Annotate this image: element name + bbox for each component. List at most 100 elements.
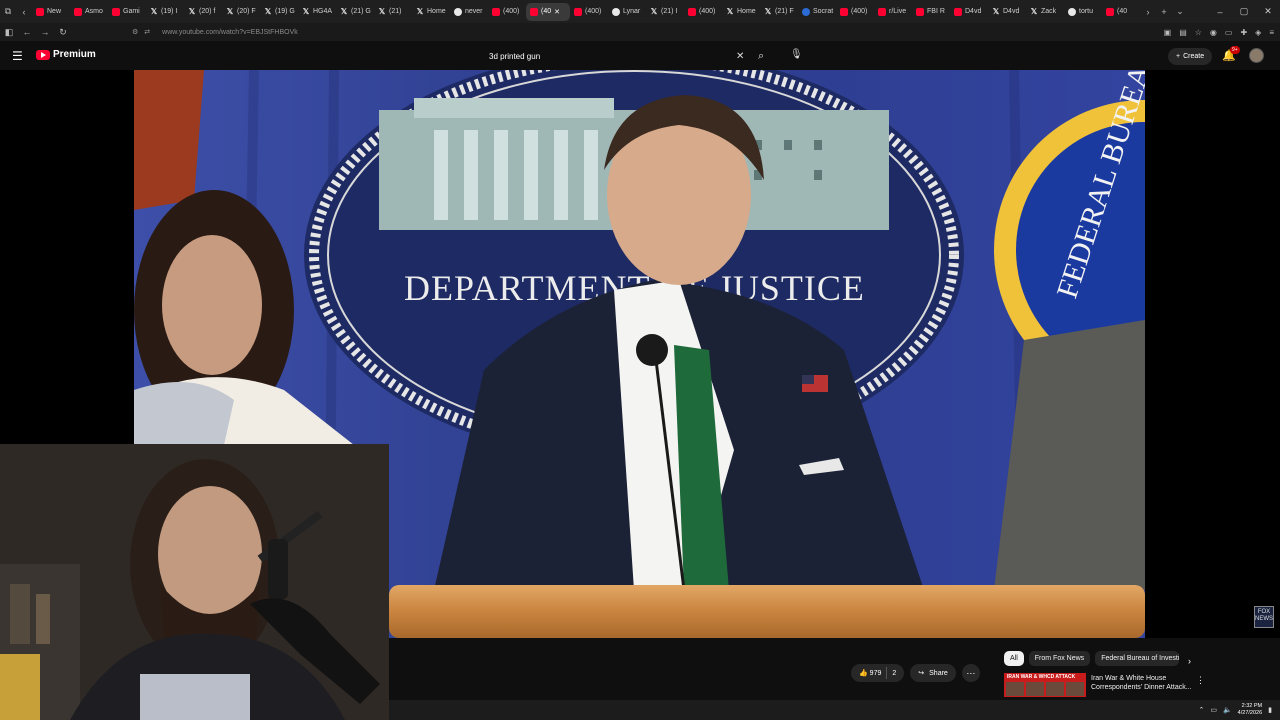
menu-icon[interactable]: ≡ xyxy=(1269,28,1274,37)
browser-tab-label: D4vd xyxy=(1003,8,1020,15)
screenshot-icon[interactable]: ▣ xyxy=(1164,28,1172,37)
microphone-icon[interactable]: 🎙 xyxy=(790,49,803,60)
divider xyxy=(886,667,888,679)
browser-tab[interactable]: 𝕏 (20) f xyxy=(184,3,222,21)
browser-tab[interactable]: Lynar xyxy=(608,3,646,21)
guide-menu-icon[interactable]: ☰ xyxy=(12,50,23,62)
x-favicon-icon: 𝕏 xyxy=(264,6,272,16)
search-input[interactable] xyxy=(480,51,730,61)
recommended-title[interactable]: Iran War & White House Correspondents' D… xyxy=(1091,674,1199,692)
browser-tab-label: (19) I xyxy=(161,8,178,15)
browser-tab[interactable]: 𝕏 Zack xyxy=(1026,3,1064,21)
vpn-icon[interactable]: ◉ xyxy=(1210,28,1217,37)
browser-tab[interactable]: 𝕏 Home xyxy=(722,3,760,21)
chip-all[interactable]: All xyxy=(1004,651,1024,666)
url-text[interactable]: www.youtube.com/watch?v=EBJStFHBOVk xyxy=(162,29,298,36)
chip-from-fox-news[interactable]: From Fox News xyxy=(1028,651,1091,666)
close-tab-icon[interactable]: ✕ xyxy=(554,8,560,16)
youtube-favicon-icon xyxy=(492,7,500,16)
browser-tab[interactable]: (400) xyxy=(684,3,722,21)
extensions-icon[interactable]: ✚ xyxy=(1240,28,1247,37)
maximize-button[interactable]: ▢ xyxy=(1232,6,1256,17)
browser-tab[interactable]: never xyxy=(450,3,488,21)
search-icon[interactable]: ⌕ xyxy=(758,50,764,63)
clear-search-icon[interactable]: ✕ xyxy=(736,51,744,62)
browser-tab[interactable]: r/Live xyxy=(874,3,912,21)
browser-tab[interactable]: (400) xyxy=(570,3,608,21)
clock-time: 2:32 PM xyxy=(1241,703,1263,709)
browser-tab[interactable]: tortu xyxy=(1064,3,1102,21)
minimize-button[interactable]: – xyxy=(1208,7,1232,17)
x-favicon-icon: 𝕏 xyxy=(1030,6,1038,16)
more-actions-button[interactable]: ⋯ xyxy=(961,664,980,682)
share-button[interactable]: ↪ Share xyxy=(910,664,956,682)
site-info-icon[interactable]: ⚙ xyxy=(132,28,138,36)
related-chips: All From Fox News Federal Bureau of Inve… xyxy=(1004,651,1180,666)
browser-tab[interactable]: 𝕏 Home xyxy=(412,3,450,21)
close-window-button[interactable]: ✕ xyxy=(1256,6,1280,17)
browser-tab[interactable]: New xyxy=(32,3,70,21)
scroll-tabs-right-icon[interactable]: › xyxy=(1140,0,1156,23)
window-controls: – ▢ ✕ xyxy=(1208,0,1280,23)
x-favicon-icon: 𝕏 xyxy=(378,6,386,16)
address-bar[interactable]: ⚙ ⇄ www.youtube.com/watch?v=EBJStFHBOVk xyxy=(132,25,1142,39)
account-avatar[interactable] xyxy=(1249,48,1264,63)
new-tab-button[interactable]: + xyxy=(1156,0,1172,23)
recommended-thumbnail[interactable]: IRAN WAR & WHCD ATTACK xyxy=(1004,673,1086,697)
browser-tab[interactable]: 𝕏 (19) I xyxy=(146,3,184,21)
browser-tab[interactable]: 𝕏 (21) G xyxy=(336,3,374,21)
youtube-logo[interactable]: Premium xyxy=(36,49,96,60)
forward-button[interactable]: → xyxy=(36,27,54,37)
bookmark-star-icon[interactable]: ☆ xyxy=(1195,28,1202,37)
browser-tab[interactable]: 𝕏 (21) xyxy=(374,3,412,21)
browser-tab[interactable]: 𝕏 (20) F xyxy=(222,3,260,21)
browser-tab[interactable]: (400) xyxy=(836,3,874,21)
recommended-menu-icon[interactable]: ⋮ xyxy=(1196,675,1205,686)
fox-news-watermark: FOX NEWS xyxy=(1254,606,1274,628)
browser-tab[interactable]: 𝕏 HG4A xyxy=(298,3,336,21)
browser-tab[interactable]: (400) xyxy=(488,3,526,21)
volume-icon[interactable]: 🔈 xyxy=(1223,706,1232,714)
browser-tab[interactable]: D4vd xyxy=(950,3,988,21)
tab-menu-chevron-icon[interactable]: ⌄ xyxy=(1172,0,1188,23)
tracking-icon[interactable]: ⇄ xyxy=(144,28,150,36)
browser-tab[interactable]: 𝕏 D4vd xyxy=(988,3,1026,21)
wallet-icon[interactable]: ▭ xyxy=(1225,28,1233,37)
youtube-favicon-icon xyxy=(574,7,582,16)
reload-button[interactable]: ↻ xyxy=(54,27,72,38)
browser-tab[interactable]: Socrat xyxy=(798,3,836,21)
youtube-header: ☰ Premium ✕ ⌕ 🎙 + Create 🔔 9+ xyxy=(0,41,1280,70)
browser-tab[interactable]: 𝕏 (21) F xyxy=(760,3,798,21)
network-icon[interactable]: ▭ xyxy=(1210,706,1217,714)
tab-search-icon[interactable]: ⧉ xyxy=(0,0,16,23)
like-dislike-group: 👍 979 2 xyxy=(851,664,905,682)
notification-center-icon[interactable]: ▮ xyxy=(1268,706,1272,714)
profile-icon[interactable]: ◈ xyxy=(1255,28,1261,37)
clock[interactable]: 2:32 PM 4/27/2026 xyxy=(1238,703,1262,717)
browser-tab[interactable]: (40 ✕ xyxy=(526,2,570,21)
share-label: Share xyxy=(929,669,948,677)
x-favicon-icon: 𝕏 xyxy=(992,6,1000,16)
youtube-favicon-icon xyxy=(74,7,82,16)
reader-icon[interactable]: ▤ xyxy=(1179,28,1187,37)
like-button[interactable]: 👍 979 xyxy=(859,669,881,677)
browser-tab[interactable]: Asmo xyxy=(70,3,108,21)
youtube-favicon-icon xyxy=(530,7,538,16)
browser-tab[interactable]: 𝕏 (19) G xyxy=(260,3,298,21)
tray-overflow-chevron-icon[interactable]: ⌃ xyxy=(1198,706,1204,714)
sidebar-toggle-icon[interactable]: ◧ xyxy=(0,27,18,38)
browser-tab-label: (20) f xyxy=(199,8,216,15)
browser-tab[interactable]: Gami xyxy=(108,3,146,21)
back-button[interactable]: ← xyxy=(18,27,36,37)
comment-count[interactable]: 2 xyxy=(892,670,896,677)
create-button[interactable]: + Create xyxy=(1168,48,1213,65)
browser-tab[interactable]: 𝕏 (21) I xyxy=(646,3,684,21)
browser-tab-label: (21) F xyxy=(775,8,794,15)
browser-tab[interactable]: (40 xyxy=(1102,3,1140,21)
chip-fbi[interactable]: Federal Bureau of Investigation xyxy=(1095,651,1180,666)
tab-list: New Asmo Gami 𝕏 (19) I 𝕏 (20) f 𝕏 (20) F 𝕏 (19) G𝕏… xyxy=(32,0,1140,23)
scroll-tabs-left-icon[interactable]: ‹ xyxy=(16,0,32,23)
recommended-video[interactable]: IRAN WAR & WHCD ATTACK Iran War & White … xyxy=(1004,673,1274,697)
chips-next-chevron-icon[interactable]: › xyxy=(1188,656,1191,666)
browser-tab[interactable]: FBI R xyxy=(912,3,950,21)
